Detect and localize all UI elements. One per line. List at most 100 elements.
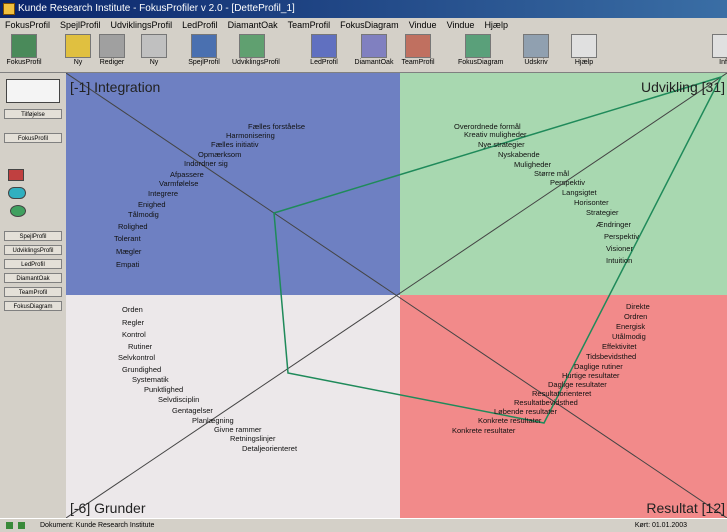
sidebar-button-4[interactable]: LedProfil [4, 259, 62, 269]
toolbar-button-3[interactable]: Ny [134, 34, 174, 70]
resultat-word: Hurtige resultater [562, 371, 620, 380]
resultat-word: Resultatbevidsthed [514, 398, 578, 407]
toolbar-button-2[interactable]: Rediger [92, 34, 132, 70]
integration-word: Tolerant [114, 234, 141, 243]
integration-word: Varmfølelse [159, 179, 199, 188]
edit-icon [99, 34, 125, 58]
toolbar: FokusProfil Ny Rediger Ny SpejlProfil Udvikli… [0, 32, 727, 73]
toolbar-button-11[interactable]: Hjælp [564, 34, 604, 70]
menu-item-0[interactable]: FokusProfil [0, 18, 55, 32]
info-icon [712, 34, 727, 58]
udvikling-word: Langsigtet [562, 188, 597, 197]
grunder-word: Regler [122, 318, 145, 327]
grunder-word: Orden [122, 305, 143, 314]
resultat-word: Direkte [626, 302, 650, 311]
sidebar-red-icon[interactable] [8, 169, 24, 181]
chart-icon [239, 34, 265, 58]
udvikling-word: Visioner [606, 244, 633, 253]
udvikling-word: Intuition [606, 256, 633, 265]
toolbar-label: UdviklingsProfil [232, 59, 280, 66]
integration-word: Afpassere [170, 170, 204, 179]
status-right: Kørt: 01.01.2003 [634, 522, 687, 529]
toolbar-button-0[interactable]: FokusProfil [4, 34, 44, 70]
grunder-word: Rutiner [128, 342, 153, 351]
sidebar-button-6[interactable]: TeamProfil [4, 287, 62, 297]
sidebar-button-1[interactable]: FokusProfil [4, 133, 62, 143]
resultat-word: Konkrete resultater [478, 416, 542, 425]
sidebar-logo-icon [6, 79, 60, 103]
udvikling-word: Nyskabende [498, 150, 540, 159]
grunder-word: Punktlighed [144, 385, 184, 394]
menu-item-9[interactable]: Hjælp [479, 18, 513, 32]
team-icon [405, 34, 431, 58]
sidebar-button-5[interactable]: DiamantOak [4, 273, 62, 283]
toolbar-label: DiamantOak [354, 59, 394, 66]
integration-word: Mægler [116, 247, 142, 256]
quadrant-label-resultat: Resultat [12] [646, 500, 725, 516]
sidebar-button-2[interactable]: SpejlProfil [4, 231, 62, 241]
grunder-word: Gentagelser [172, 406, 213, 415]
profile-icon [11, 34, 37, 58]
toolbar-label: Ny [149, 59, 159, 66]
sidebar-button-3[interactable]: UdviklingsProfil [4, 245, 62, 255]
sidebar-cyan-icon[interactable] [8, 187, 26, 199]
resultat-word: Energisk [616, 322, 646, 331]
integration-word: Empati [116, 260, 140, 269]
grunder-word: Selvkontrol [118, 353, 156, 362]
print-icon [523, 34, 549, 58]
question-icon [141, 34, 167, 58]
menu-item-8[interactable]: Vindue [442, 18, 480, 32]
toolbar-button-12[interactable]: Info [705, 34, 727, 70]
udvikling-word: Strategier [586, 208, 619, 217]
menu-item-4[interactable]: DiamantOak [223, 18, 283, 32]
menu-item-2[interactable]: UdviklingsProfil [106, 18, 178, 32]
fokus-diagram[interactable]: [-1] Integration Udvikling [31] [-6] Gru… [66, 73, 727, 518]
udvikling-word: Perspektiv [604, 232, 640, 241]
grunder-word: Retningslinjer [230, 434, 276, 443]
toolbar-button-8[interactable]: TeamProfil [398, 34, 438, 70]
help-icon [571, 34, 597, 58]
resultat-word: Ordren [624, 312, 648, 321]
diagram-overlay [66, 73, 727, 518]
sidebar-green-icon[interactable] [10, 205, 26, 217]
udvikling-word: Nye strategier [478, 140, 525, 149]
menu-item-3[interactable]: LedProfil [177, 18, 223, 32]
sidebar: Tilføjelse FokusProfil SpejlProfil Udviklin… [0, 73, 67, 518]
toolbar-label: FokusDiagram [458, 59, 504, 66]
toolbar-button-7[interactable]: DiamantOak [354, 34, 394, 70]
mirror-icon [191, 34, 217, 58]
resultat-word: Daglige rutiner [574, 362, 623, 371]
integration-word: Fælles forståelse [248, 122, 306, 131]
menu-item-7[interactable]: Vindue [404, 18, 442, 32]
grunder-word: Givne rammer [214, 425, 262, 434]
menu-item-6[interactable]: FokusDiagram [335, 18, 404, 32]
status-bar: Dokument: Kunde Research Institute Kørt:… [0, 518, 727, 532]
grunder-word: Selvdisciplin [158, 395, 200, 404]
menu-bar: FokusProfil SpejlProfil UdviklingsProfil Le… [0, 18, 727, 32]
diagram-icon [465, 34, 491, 58]
resultat-word: Løbende resultater [494, 407, 557, 416]
toolbar-button-5[interactable]: UdviklingsProfil [232, 34, 280, 70]
new-icon [65, 34, 91, 58]
toolbar-button-6[interactable]: LedProfil [304, 34, 344, 70]
udvikling-word: Muligheder [514, 160, 552, 169]
integration-word: Enighed [138, 200, 166, 209]
sidebar-button-0[interactable]: Tilføjelse [4, 109, 62, 119]
diamond-icon [361, 34, 387, 58]
menu-item-5[interactable]: TeamProfil [283, 18, 336, 32]
resultat-word: Daglige resultater [548, 380, 607, 389]
toolbar-button-9[interactable]: FokusDiagram [458, 34, 504, 70]
menu-item-1[interactable]: SpejlProfil [55, 18, 106, 32]
toolbar-button-10[interactable]: Udskriv [516, 34, 556, 70]
sidebar-button-7[interactable]: FokusDiagram [4, 301, 62, 311]
udvikling-word: Ændringer [596, 220, 632, 229]
integration-word: Indordner sig [184, 159, 228, 168]
toolbar-label: TeamProfil [401, 59, 435, 66]
status-green-icon [6, 522, 13, 529]
grunder-word: Systematik [132, 375, 169, 384]
toolbar-label: LedProfil [310, 59, 338, 66]
toolbar-label: Rediger [99, 59, 125, 66]
toolbar-button-4[interactable]: SpejlProfil [184, 34, 224, 70]
quadrant-label-integration: [-1] Integration [70, 79, 161, 95]
grunder-word: Kontrol [122, 330, 146, 339]
